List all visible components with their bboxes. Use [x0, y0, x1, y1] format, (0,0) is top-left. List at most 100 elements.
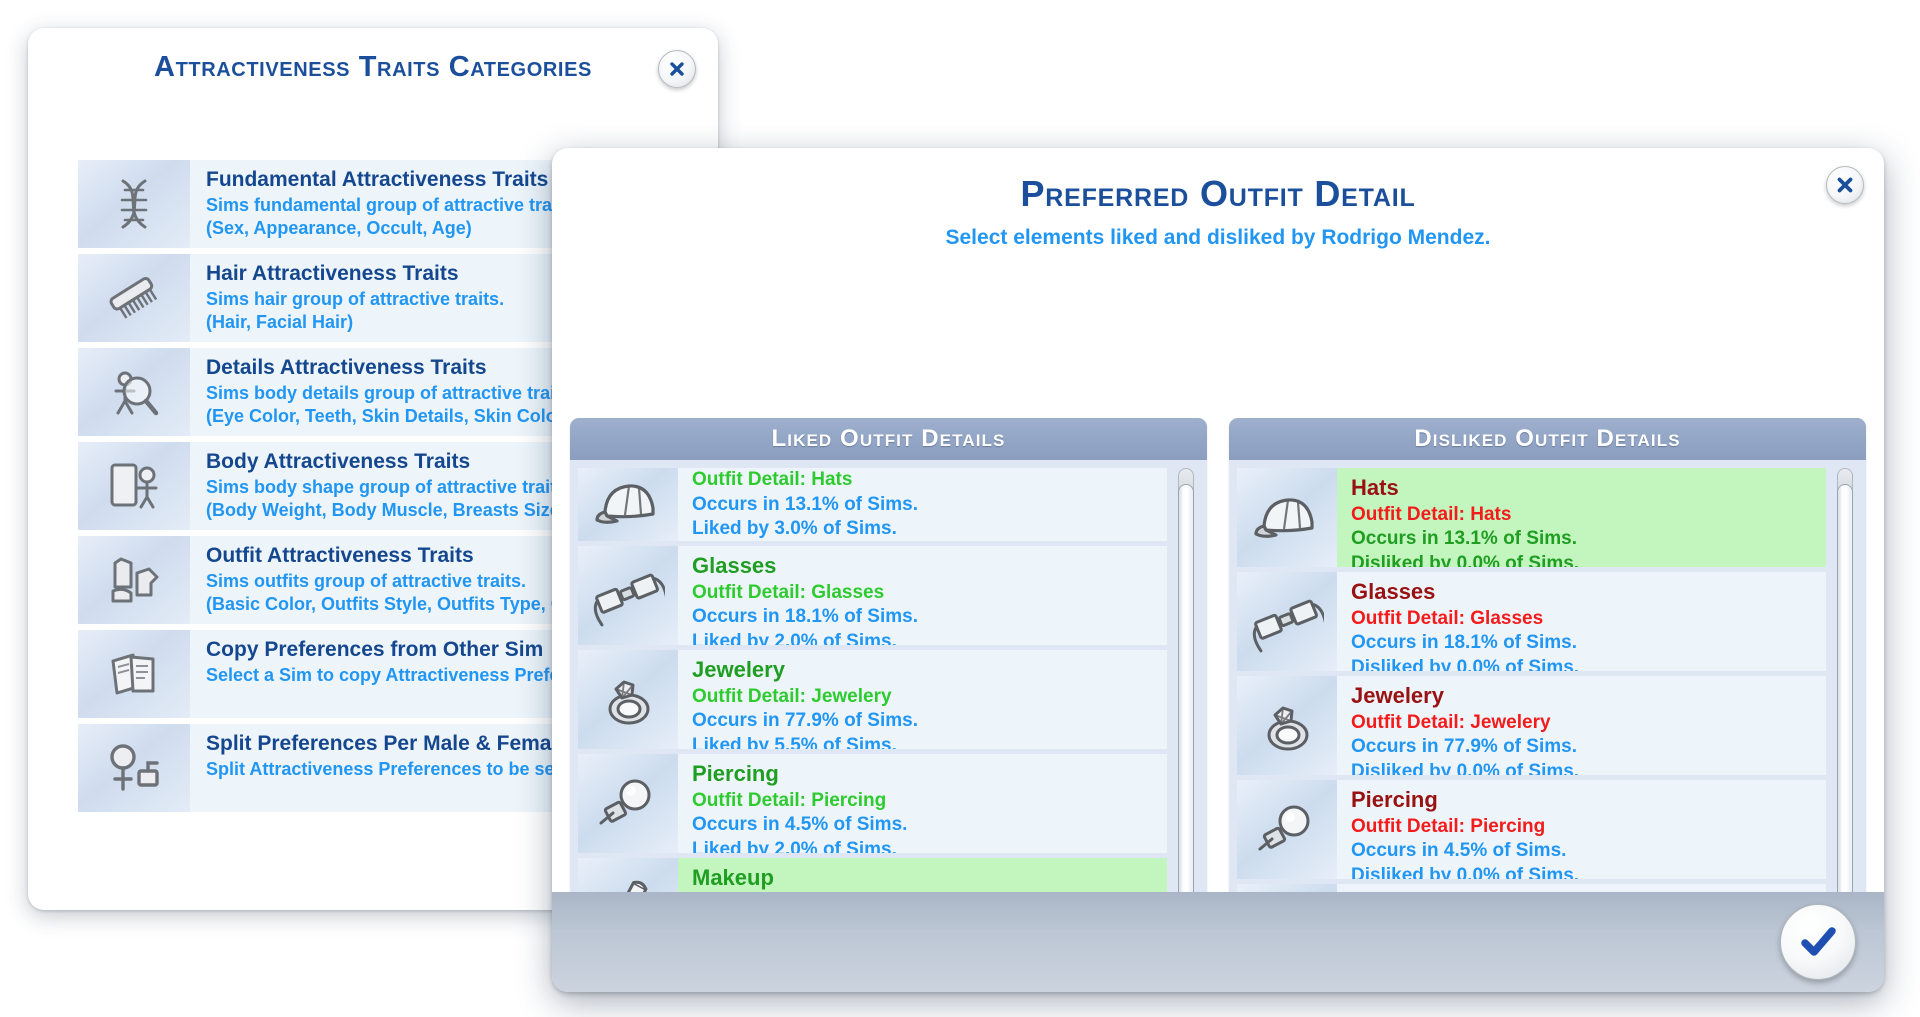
preferred-outfit-detail-dialog: Preferred Outfit Detail Select elements …: [552, 148, 1884, 992]
list-item-text: Copy Preferences from Other Sim Select a…: [190, 630, 598, 718]
list-item-detail: Outfit Detail: Piercing: [692, 789, 907, 814]
list-item-desc1: Sims hair group of attractive traits.: [206, 288, 504, 311]
piercing-icon: [1237, 780, 1337, 879]
mirror-person-icon: [78, 442, 190, 530]
list-item-stat1: Occurs in 77.9% of Sims.: [692, 709, 918, 734]
list-item-text: Hats Outfit Detail: Hats Occurs in 13.1%…: [1337, 468, 1579, 567]
list-item-desc1: Sims body shape group of attractive trai…: [206, 476, 606, 499]
list-item-stat1: Occurs in 4.5% of Sims.: [692, 813, 907, 838]
list-item-text: Piercing Outfit Detail: Piercing Occurs …: [678, 754, 907, 853]
list-item[interactable]: Glasses Outfit Detail: Glasses Occurs in…: [578, 546, 1167, 645]
dialog-header: Preferred Outfit Detail Select elements …: [552, 148, 1884, 250]
gender-split-icon: [78, 724, 190, 812]
list-item-detail: Outfit Detail: Jewelery: [692, 685, 918, 710]
list-item-stat2: Disliked by 0.0% of Sims.: [1351, 864, 1579, 879]
list-item[interactable]: Outfit Detail: Hats Occurs in 13.1% of S…: [578, 468, 1167, 541]
list-item-detail: Outfit Detail: Hats: [1351, 503, 1579, 528]
list-item-stat2: Liked by 2.0% of Sims.: [692, 630, 918, 645]
list-item-detail: Outfit Detail: Piercing: [1351, 815, 1579, 840]
list-item-text: Outfit Attractiveness Traits Sims outfit…: [190, 536, 599, 624]
list-item-stat2: Liked by 2.0% of Sims.: [692, 838, 907, 853]
list-item-title: Fundamental Attractiveness Traits: [206, 167, 578, 194]
list-item-title: Copy Preferences from Other Sim: [206, 637, 598, 664]
list-item-stat1: Occurs in 77.9% of Sims.: [1351, 735, 1579, 760]
ring-icon: [578, 650, 678, 749]
page-subtitle: Select elements liked and disliked by Ro…: [552, 226, 1884, 250]
list-item-text: Outfit Detail: Hats Occurs in 13.1% of S…: [678, 468, 918, 541]
list-item-stat2: Disliked by 0.0% of Sims.: [1351, 552, 1579, 567]
glasses-icon: [578, 546, 678, 645]
list-item-text: Body Attractiveness Traits Sims body sha…: [190, 442, 606, 530]
list-item-text: Fundamental Attractiveness Traits Sims f…: [190, 160, 578, 248]
comb-icon: [78, 254, 190, 342]
list-item-detail: Outfit Detail: Hats: [692, 468, 918, 493]
list-item-text: Split Preferences Per Male & Female Spli…: [190, 724, 607, 812]
list-item[interactable]: Piercing Outfit Detail: Piercing Occurs …: [578, 754, 1167, 853]
cap-icon: [1237, 468, 1337, 567]
list-item-desc2: (Hair, Facial Hair): [206, 311, 504, 334]
list-item-text: Piercing Outfit Detail: Piercing Occurs …: [1337, 780, 1579, 879]
list-item-stat1: Occurs in 4.5% of Sims.: [1351, 839, 1579, 864]
list-item-desc2: (Body Weight, Body Muscle, Breasts Size,…: [206, 499, 606, 522]
list-item-desc2: (Eye Color, Teeth, Skin Details, Skin Co…: [206, 405, 576, 428]
list-item-title: Body Attractiveness Traits: [206, 449, 606, 476]
list-item-detail: Outfit Detail: Jewelery: [1351, 711, 1579, 736]
list-item-stat2: Liked by 3.0% of Sims.: [692, 517, 918, 541]
close-icon[interactable]: [1826, 166, 1864, 204]
list-item-stat1: Occurs in 18.1% of Sims.: [1351, 631, 1579, 656]
list-item-title: Piercing: [692, 760, 907, 789]
list-item-text: Jewelery Outfit Detail: Jewelery Occurs …: [678, 650, 918, 749]
list-item-title: Details Attractiveness Traits: [206, 355, 576, 382]
screen: Attractiveness Traits Categories: [0, 0, 1920, 1017]
piercing-icon: [578, 754, 678, 853]
list-item-detail: Outfit Detail: Glasses: [1351, 607, 1579, 632]
list-item[interactable]: Piercing Outfit Detail: Piercing Occurs …: [1237, 780, 1826, 879]
magnifier-person-icon: [78, 348, 190, 436]
list-item-stat1: Occurs in 13.1% of Sims.: [1351, 527, 1579, 552]
list-item[interactable]: Jewelery Outfit Detail: Jewelery Occurs …: [1237, 676, 1826, 775]
list-item-stat2: Disliked by 0.0% of Sims.: [1351, 656, 1579, 671]
list-item-desc2: (Sex, Appearance, Occult, Age): [206, 217, 578, 240]
dialog-footer: [552, 892, 1884, 992]
list-item-text: Glasses Outfit Detail: Glasses Occurs in…: [678, 546, 918, 645]
list-item-desc1: Select a Sim to copy Attractiveness Pref…: [206, 664, 598, 687]
list-item-title: Jewelery: [692, 656, 918, 685]
ring-icon: [1237, 676, 1337, 775]
liked-panel-header: Liked Outfit Details: [570, 418, 1207, 460]
list-item-desc1: Sims outfits group of attractive traits.: [206, 570, 599, 593]
list-item-title: Jewelery: [1351, 682, 1579, 711]
list-item-text: Details Attractiveness Traits Sims body …: [190, 348, 576, 436]
disliked-panel-header: Disliked Outfit Details: [1229, 418, 1866, 460]
list-item-desc1: Split Attractiveness Preferences to be s…: [206, 758, 607, 781]
list-item-title: Hair Attractiveness Traits: [206, 261, 504, 288]
list-item-stat2: Disliked by 0.0% of Sims.: [1351, 760, 1579, 775]
left-dialog-title: Attractiveness Traits Categories: [88, 50, 658, 85]
list-item-detail: Outfit Detail: Glasses: [692, 581, 918, 606]
list-item-text: Hair Attractiveness Traits Sims hair gro…: [190, 254, 504, 342]
list-item-title: Glasses: [1351, 578, 1579, 607]
page-title: Preferred Outfit Detail: [552, 174, 1884, 214]
papers-icon: [78, 630, 190, 718]
confirm-button[interactable]: [1780, 904, 1856, 980]
list-item-title: Hats: [1351, 474, 1579, 503]
list-item-title: Split Preferences Per Male & Female: [206, 731, 607, 758]
list-item-text: Glasses Outfit Detail: Glasses Occurs in…: [1337, 572, 1579, 671]
close-icon[interactable]: [658, 50, 696, 88]
list-item-stat1: Occurs in 18.1% of Sims.: [692, 605, 918, 630]
list-item-title: Outfit Attractiveness Traits: [206, 543, 599, 570]
list-item-desc2: (Basic Color, Outfits Style, Outfits Typ…: [206, 593, 599, 616]
list-item-title: Glasses: [692, 552, 918, 581]
clothes-icon: [78, 536, 190, 624]
list-item-stat2: Liked by 5.5% of Sims.: [692, 734, 918, 749]
list-item-desc1: Sims body details group of attractive tr…: [206, 382, 576, 405]
dna-icon: [78, 160, 190, 248]
list-item-title: Makeup: [692, 864, 918, 893]
cap-icon: [578, 468, 678, 541]
list-item[interactable]: Hats Outfit Detail: Hats Occurs in 13.1%…: [1237, 468, 1826, 567]
list-item-title: Piercing: [1351, 786, 1579, 815]
list-item[interactable]: Jewelery Outfit Detail: Jewelery Occurs …: [578, 650, 1167, 749]
list-item-desc1: Sims fundamental group of attractive tra…: [206, 194, 578, 217]
list-item[interactable]: Glasses Outfit Detail: Glasses Occurs in…: [1237, 572, 1826, 671]
list-item-stat1: Occurs in 13.1% of Sims.: [692, 493, 918, 518]
glasses-icon: [1237, 572, 1337, 671]
